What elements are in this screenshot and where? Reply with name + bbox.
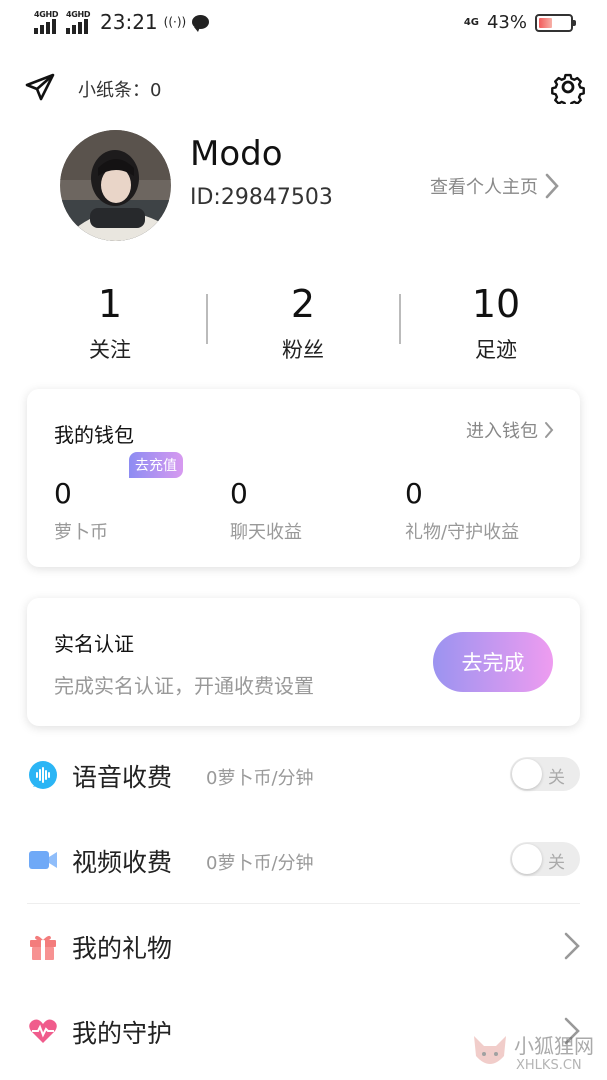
wallet-chat-value: 0 <box>230 477 248 510</box>
network-type-2: 4GHD <box>66 10 91 19</box>
stat-divider <box>399 294 401 344</box>
enter-wallet-label: 进入钱包 <box>466 421 538 442</box>
stat-fans-label: 粉丝 <box>282 338 324 362</box>
fox-logo-icon <box>474 1036 506 1064</box>
wallet-gift-earnings[interactable]: 0 礼物/守护收益 <box>405 477 519 544</box>
wallet-title: 我的钱包 <box>54 423 134 447</box>
wallet-card: 我的钱包 进入钱包 去充值 0 萝卜币 0 聊天收益 0 礼物/守护收益 <box>27 389 580 567</box>
hotspot-icon: ((·)) <box>163 15 187 29</box>
sound-wave-icon <box>29 761 57 789</box>
heart-pulse-icon <box>29 1019 57 1043</box>
enter-wallet-link[interactable]: 进入钱包 <box>466 417 554 443</box>
video-camera-icon <box>29 851 57 869</box>
wallet-coins-value: 0 <box>54 477 72 510</box>
wallet-coins-label: 萝卜币 <box>54 522 108 543</box>
stat-footprints-label: 足迹 <box>475 338 517 362</box>
my-guard-title: 我的守护 <box>72 1019 173 1048</box>
network-type-right: 4G <box>463 17 479 28</box>
chevron-right-icon <box>564 932 580 960</box>
voice-charge-row: 语音收费 0萝卜币/分钟 关 <box>0 734 607 818</box>
view-profile-link[interactable]: 查看个人主页 <box>430 172 560 200</box>
stat-fans-value: 2 <box>290 282 316 326</box>
toggle-knob <box>512 759 542 789</box>
stat-footprints[interactable]: 10 足迹 <box>416 282 576 364</box>
video-charge-rate: 0萝卜币/分钟 <box>206 853 314 874</box>
paper-plane-icon[interactable] <box>24 72 56 102</box>
stat-divider <box>206 294 208 344</box>
toggle-knob <box>512 844 542 874</box>
my-gifts-row[interactable]: 我的礼物 <box>0 905 607 989</box>
stat-fans[interactable]: 2 粉丝 <box>223 282 383 364</box>
video-charge-toggle[interactable]: 关 <box>510 842 580 876</box>
network-type-1: 4GHD <box>34 10 59 19</box>
signal-icon-2: 4GHD <box>66 10 92 34</box>
note-count-label[interactable]: 小纸条：0 <box>78 76 161 102</box>
wallet-chat-label: 聊天收益 <box>230 522 302 543</box>
chevron-right-icon <box>545 173 559 199</box>
video-charge-row: 视频收费 0萝卜币/分钟 关 <box>0 819 607 903</box>
status-left: 4GHD 4GHD 23:21 ((·)) <box>34 10 210 34</box>
battery-percent: 43% <box>486 12 527 33</box>
top-bar: 小纸条：0 <box>0 66 607 110</box>
watermark: 小狐狸网 XHLKS.CN <box>470 1028 607 1080</box>
user-id: ID:29847503 <box>190 185 333 210</box>
wallet-chat-earnings[interactable]: 0 聊天收益 <box>230 477 302 544</box>
gear-icon[interactable] <box>551 70 585 104</box>
voice-charge-rate: 0萝卜币/分钟 <box>206 768 314 789</box>
avatar[interactable] <box>60 130 171 241</box>
stat-following-label: 关注 <box>89 338 131 362</box>
wallet-gift-label: 礼物/守护收益 <box>405 522 520 543</box>
message-icon <box>192 15 210 32</box>
voice-charge-title: 语音收费 <box>72 763 173 792</box>
stat-following-value: 1 <box>97 282 123 326</box>
status-bar: 4GHD 4GHD 23:21 ((·)) 4G 43% <box>0 0 607 50</box>
stats-bar: 1 关注 2 粉丝 10 足迹 <box>0 282 607 372</box>
voice-charge-toggle[interactable]: 关 <box>510 757 580 791</box>
view-profile-label: 查看个人主页 <box>430 177 538 198</box>
verification-card: 实名认证 完成实名认证，开通收费设置 去完成 <box>27 598 580 726</box>
watermark-cn: 小狐狸网 <box>514 1034 594 1058</box>
chevron-right-icon <box>545 422 554 438</box>
verification-title: 实名认证 <box>54 632 134 656</box>
wallet-gift-value: 0 <box>405 477 423 510</box>
clock: 23:21 <box>100 10 158 34</box>
video-charge-title: 视频收费 <box>72 848 173 877</box>
recharge-badge[interactable]: 去充值 <box>129 452 183 478</box>
wallet-coins[interactable]: 0 萝卜币 <box>54 477 108 544</box>
username: Modo <box>190 134 283 174</box>
signal-icon: 4GHD <box>34 10 60 34</box>
watermark-en: XHLKS.CN <box>516 1058 582 1073</box>
status-right: 4G 43% <box>463 12 576 33</box>
gift-icon <box>30 935 56 960</box>
complete-verification-button[interactable]: 去完成 <box>433 632 553 692</box>
battery-icon <box>535 13 576 32</box>
my-gifts-title: 我的礼物 <box>72 934 173 963</box>
stat-footprints-value: 10 <box>471 282 521 326</box>
verification-description: 完成实名认证，开通收费设置 <box>54 674 314 698</box>
toggle-label: 关 <box>548 853 565 873</box>
stat-following[interactable]: 1 关注 <box>30 282 190 364</box>
toggle-label: 关 <box>548 768 565 788</box>
section-divider <box>27 903 580 904</box>
